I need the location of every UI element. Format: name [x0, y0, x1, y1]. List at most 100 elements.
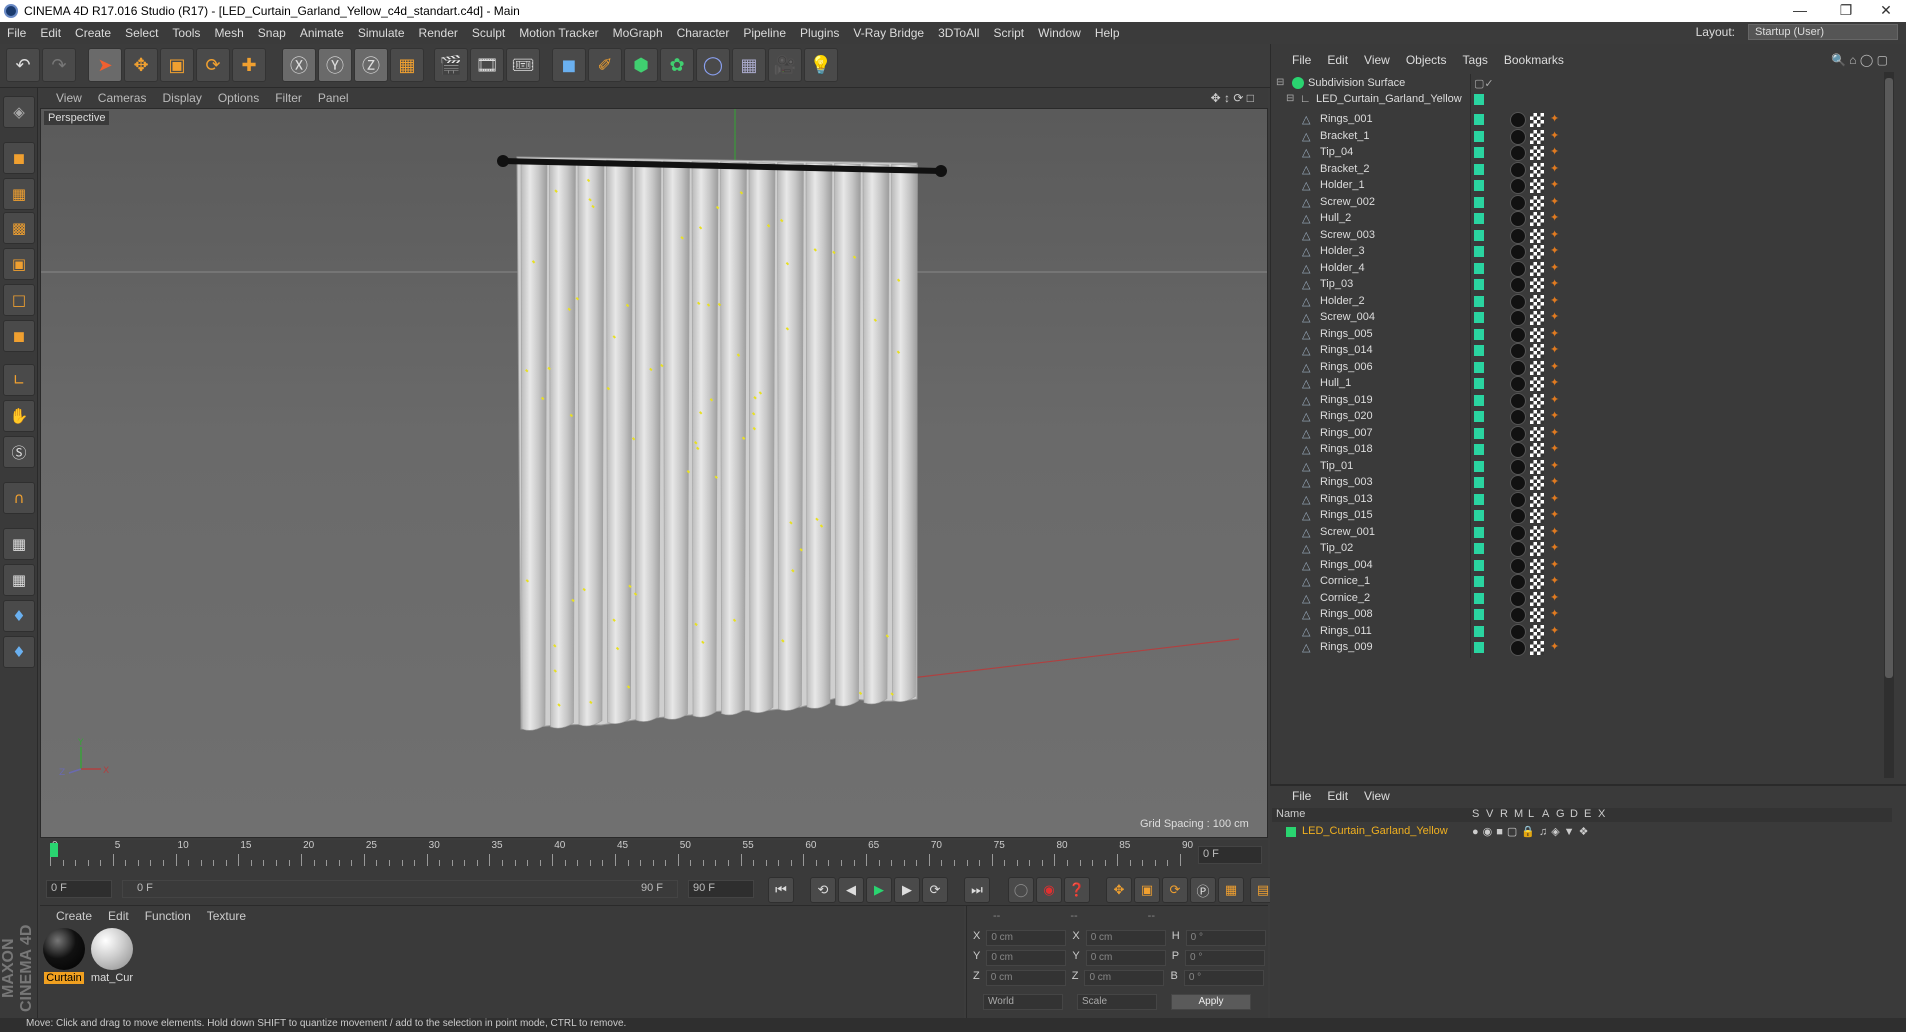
key-pla-icon[interactable]: ▦: [1218, 877, 1244, 903]
play-icon[interactable]: ▶: [866, 877, 892, 903]
layer-color-icon[interactable]: [1474, 130, 1484, 142]
layer-color-icon[interactable]: [1474, 295, 1484, 307]
layer-color-icon[interactable]: [1474, 411, 1484, 422]
layer-color-icon[interactable]: [1474, 493, 1484, 505]
move-tool-icon[interactable]: ✥: [124, 48, 158, 82]
phong-tag-icon[interactable]: ✦: [1550, 641, 1562, 653]
workplane-mode-icon[interactable]: ▩: [3, 212, 35, 244]
light-icon[interactable]: 💡: [804, 48, 838, 82]
texture-tag-icon[interactable]: [1530, 129, 1544, 144]
layer-color-icon[interactable]: [1474, 94, 1484, 105]
phong-tag-icon[interactable]: ✦: [1550, 476, 1562, 488]
texture-mode-icon[interactable]: ▦: [3, 178, 35, 210]
axis-mode-icon[interactable]: ∟: [3, 364, 35, 396]
phong-tag-icon[interactable]: ✦: [1550, 542, 1562, 554]
cube-primitive-icon[interactable]: ◼: [552, 48, 586, 82]
material-menu-edit[interactable]: Edit: [100, 909, 137, 923]
layer-color-icon[interactable]: [1474, 196, 1484, 208]
texture-tag-icon[interactable]: [1530, 327, 1544, 342]
menu-pipeline[interactable]: Pipeline: [736, 26, 793, 40]
texture-tag-icon[interactable]: [1530, 360, 1544, 375]
previous-key-icon[interactable]: ⟲: [810, 877, 836, 903]
rotation-b-field[interactable]: 0 °: [1183, 970, 1264, 986]
texture-tag-icon[interactable]: [1530, 245, 1544, 259]
apply-button[interactable]: Apply: [1171, 994, 1251, 1010]
key-scale-icon[interactable]: ▣: [1134, 877, 1160, 903]
texture-tag-icon[interactable]: [1530, 624, 1544, 639]
phong-tag-icon[interactable]: ✦: [1550, 179, 1562, 191]
material-menu-texture[interactable]: Texture: [199, 909, 254, 923]
phong-tag-icon[interactable]: ✦: [1550, 526, 1562, 538]
phong-tag-icon[interactable]: ✦: [1550, 146, 1562, 158]
scale-tool-icon[interactable]: ▣: [160, 48, 194, 82]
scale-dropdown[interactable]: Scale: [1077, 994, 1157, 1010]
layers-menu-edit[interactable]: Edit: [1319, 789, 1356, 803]
phong-tag-icon[interactable]: ✦: [1550, 361, 1562, 373]
layer-color-icon[interactable]: [1286, 827, 1296, 837]
viewport-menu-filter[interactable]: Filter: [267, 91, 310, 105]
menu-plugins[interactable]: Plugins: [793, 26, 846, 40]
key-parameter-icon[interactable]: Ⓟ: [1190, 877, 1216, 903]
phong-tag-icon[interactable]: ✦: [1550, 278, 1562, 290]
next-key-icon[interactable]: ⟳: [922, 877, 948, 903]
go-to-start-icon[interactable]: ⏮: [768, 877, 794, 903]
layers-menu-view[interactable]: View: [1356, 789, 1398, 803]
menu-create[interactable]: Create: [68, 26, 118, 40]
layer-color-icon[interactable]: [1474, 345, 1484, 356]
size-x-field[interactable]: 0 cm: [1085, 930, 1166, 946]
x-axis-lock-icon[interactable]: Ⓧ: [282, 48, 316, 82]
texture-tag-icon[interactable]: [1530, 509, 1544, 523]
viewport-menu-panel[interactable]: Panel: [310, 91, 357, 105]
layer-color-icon[interactable]: [1474, 114, 1484, 125]
texture-tag-icon[interactable]: [1530, 228, 1544, 243]
texture-tag-icon[interactable]: [1530, 410, 1544, 424]
objects-menu-tags[interactable]: Tags: [1455, 53, 1496, 67]
layer-color-icon[interactable]: [1474, 262, 1484, 274]
texture-tag-icon[interactable]: [1530, 575, 1544, 589]
layer-color-icon[interactable]: [1474, 543, 1484, 554]
menu-3dtoall[interactable]: 3DToAll: [931, 26, 986, 40]
layer-color-icon[interactable]: [1474, 328, 1484, 340]
polygons-mode-icon[interactable]: ◼: [3, 320, 35, 352]
layer-color-icon[interactable]: [1474, 279, 1484, 290]
layer-color-icon[interactable]: [1474, 147, 1484, 158]
previous-frame-icon[interactable]: ◀: [838, 877, 864, 903]
render-picture-viewer-icon[interactable]: 🎞: [470, 48, 504, 82]
phong-tag-icon[interactable]: ✦: [1550, 410, 1562, 422]
viewport-nav-icons[interactable]: ✥ ↕ ⟳ □: [1203, 91, 1262, 105]
layer-color-icon[interactable]: [1474, 427, 1484, 439]
phong-tag-icon[interactable]: ✦: [1550, 229, 1562, 241]
tree-row[interactable]: △ Rings_009 ✦: [1272, 638, 1886, 658]
layer-color-icon[interactable]: [1474, 559, 1484, 571]
layer-color-icon[interactable]: [1474, 510, 1484, 521]
phong-tag-icon[interactable]: ✦: [1550, 608, 1562, 620]
texture-tag-icon[interactable]: [1530, 443, 1544, 457]
floor-environment-icon[interactable]: ▦: [732, 48, 766, 82]
phong-tag-icon[interactable]: ✦: [1550, 295, 1562, 307]
object-manager-search-icon[interactable]: 🔍 ⌂ ◯ ▢: [1823, 53, 1896, 67]
layers-menu-file[interactable]: File: [1284, 789, 1319, 803]
layer-toggle-icons[interactable]: ●◉■▢🔒♫◈▼❖: [1472, 825, 1592, 838]
model-mode-icon[interactable]: ◼: [3, 142, 35, 174]
y-axis-lock-icon[interactable]: Ⓨ: [318, 48, 352, 82]
texture-tag-icon[interactable]: [1530, 426, 1544, 441]
viewport-menu-display[interactable]: Display: [154, 91, 209, 105]
texture-tag-icon[interactable]: [1530, 162, 1544, 177]
phong-tag-icon[interactable]: ✦: [1550, 212, 1562, 224]
layer-color-icon[interactable]: [1474, 180, 1484, 191]
record-keys-icon[interactable]: ◯: [1008, 877, 1034, 903]
menu-mograph[interactable]: MoGraph: [606, 26, 670, 40]
texture-tag-icon[interactable]: [1530, 344, 1544, 358]
grid-snap-icon[interactable]: ▦: [3, 564, 35, 596]
layer-color-icon[interactable]: [1474, 609, 1484, 620]
texture-tag-icon[interactable]: [1530, 377, 1544, 391]
deformer-icon[interactable]: ◯: [696, 48, 730, 82]
key-rotation-icon[interactable]: ⟳: [1162, 877, 1188, 903]
phong-tag-icon[interactable]: ✦: [1550, 196, 1562, 208]
material-mat-cur[interactable]: mat_Cur: [90, 928, 134, 984]
phong-tag-icon[interactable]: ✦: [1550, 163, 1562, 175]
phong-tag-icon[interactable]: ✦: [1550, 328, 1562, 340]
texture-tag-icon[interactable]: [1530, 591, 1544, 606]
layer-row[interactable]: LED_Curtain_Garland_Yellow ●◉■▢🔒♫◈▼❖: [1272, 824, 1892, 840]
material-menu-function[interactable]: Function: [137, 909, 199, 923]
